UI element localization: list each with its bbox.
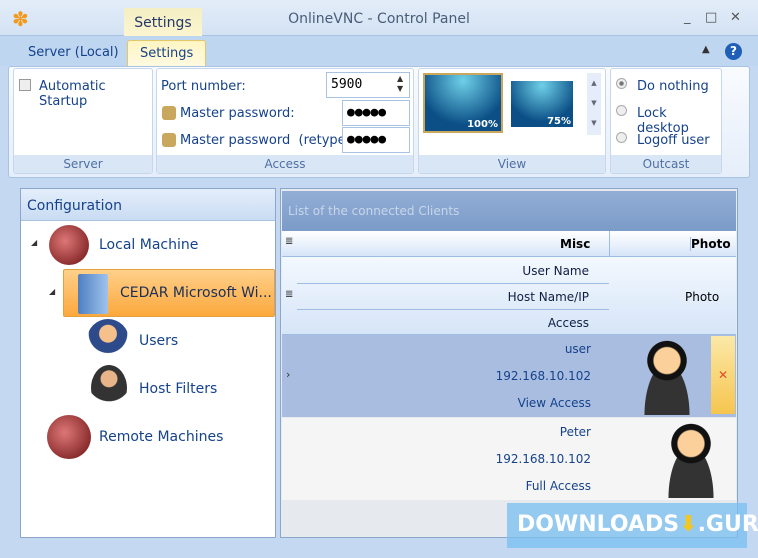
column-header-misc[interactable]: Misc	[560, 237, 590, 251]
lock-icon	[162, 133, 176, 147]
do-nothing-label[interactable]: Do nothing	[637, 79, 709, 94]
port-label: Port number:	[161, 79, 246, 94]
disconnect-button[interactable]: ✕	[711, 336, 735, 414]
client-photo-avatar	[656, 418, 726, 498]
outcast-group: Do nothing Lock desktop Logoff user Outc…	[610, 68, 722, 174]
grid-header	[282, 231, 736, 257]
view-option-75[interactable]: 75%	[511, 81, 573, 127]
column-chooser-icon[interactable]: ≣	[285, 236, 293, 247]
row-indicator-icon: ›	[286, 368, 291, 381]
window-title: OnlineVNC - Control Panel	[288, 11, 470, 27]
sub-header-access[interactable]: Access	[297, 310, 609, 336]
maximize-button[interactable]: □	[705, 10, 717, 25]
view-option-100[interactable]: 100%	[423, 73, 503, 133]
sub-header-user-name[interactable]: User Name	[297, 258, 609, 284]
tab-settings[interactable]: Settings	[127, 40, 207, 68]
master-password-label: Master password:	[180, 106, 295, 121]
radio-do-nothing[interactable]	[616, 78, 627, 89]
configuration-title: Configuration	[21, 189, 275, 221]
column-chooser-icon[interactable]: ≣	[285, 289, 293, 300]
computer-icon	[78, 274, 108, 314]
watermark: DOWNLOADS⬇.GURU	[507, 503, 758, 548]
watermark-text-2: .GURU	[697, 512, 758, 537]
host-filters-icon	[91, 365, 127, 411]
configuration-panel: Configuration ◢ Local Machine ◢ CEDAR Mi…	[20, 188, 276, 538]
users-icon	[87, 319, 129, 361]
client-host: 192.168.10.102	[495, 369, 591, 383]
gallery-scrollbar[interactable]: ▲ ▼ ▼	[587, 73, 601, 135]
download-icon: ⬇	[679, 512, 698, 537]
client-photo-avatar	[632, 335, 702, 415]
view-group-label: View	[419, 155, 605, 173]
lock-desktop-label[interactable]: Lock desktop	[637, 106, 721, 136]
tree-item-remote-machines[interactable]: Remote Machines	[99, 429, 223, 445]
outcast-group-label: Outcast	[611, 155, 721, 173]
tree-item-cedar-label: CEDAR Microsoft Wi...	[120, 285, 272, 301]
master-password-retype-input[interactable]: ●●●●●	[342, 127, 410, 153]
expand-arrow-icon[interactable]: ◢	[49, 287, 55, 296]
remote-machines-icon	[47, 415, 91, 459]
watermark-text: DOWNLOADS	[517, 512, 680, 537]
tab-server-local[interactable]: Server (Local)	[16, 40, 131, 68]
client-user: user	[564, 342, 591, 356]
automatic-startup-checkbox[interactable]	[19, 79, 31, 91]
client-access: View Access	[517, 396, 591, 410]
automatic-startup-label[interactable]: Automatic Startup	[39, 79, 152, 109]
minimize-button[interactable]: _	[684, 10, 691, 25]
tree-item-host-filters[interactable]: Host Filters	[139, 381, 217, 397]
photo-sub-header[interactable]: Photo	[685, 290, 719, 304]
close-button[interactable]: ✕	[730, 10, 741, 25]
view-group: 100% 75% ▲ ▼ ▼ View	[418, 68, 606, 174]
server-group-label: Server	[14, 155, 152, 173]
lock-icon	[162, 106, 176, 120]
local-machine-icon	[49, 225, 89, 265]
collapse-ribbon-icon[interactable]: ▲	[702, 44, 710, 55]
master-password-retype-label: Master password (retype):	[180, 133, 356, 148]
tree-item-cedar[interactable]: CEDAR Microsoft Wi...	[63, 269, 275, 317]
access-group-label: Access	[157, 155, 413, 173]
client-access: Full Access	[525, 479, 591, 493]
help-icon[interactable]: ?	[725, 43, 742, 60]
master-password-input[interactable]: ●●●●●	[342, 100, 410, 126]
clients-title: List of the connected Clients	[282, 191, 736, 231]
radio-logoff-user[interactable]	[616, 132, 627, 143]
radio-lock-desktop[interactable]	[616, 105, 627, 116]
server-group: Automatic Startup Server	[13, 68, 153, 174]
column-header-photo[interactable]: Photo	[690, 237, 731, 251]
port-spinner[interactable]: ▲ ▼	[397, 74, 403, 94]
logoff-user-label[interactable]: Logoff user	[637, 133, 710, 148]
client-host: 192.168.10.102	[495, 452, 591, 466]
client-user: Peter	[559, 425, 591, 439]
view-option-label: 75%	[547, 116, 571, 127]
tree-item-users[interactable]: Users	[139, 333, 178, 349]
tree-item-local-machine[interactable]: Local Machine	[99, 237, 198, 253]
access-group: Port number: 5900 ▲ ▼ Master password: ●●…	[156, 68, 414, 174]
sub-header-host[interactable]: Host Name/IP	[297, 284, 609, 310]
expand-arrow-icon[interactable]: ◢	[31, 238, 37, 247]
view-option-label: 100%	[467, 119, 498, 130]
